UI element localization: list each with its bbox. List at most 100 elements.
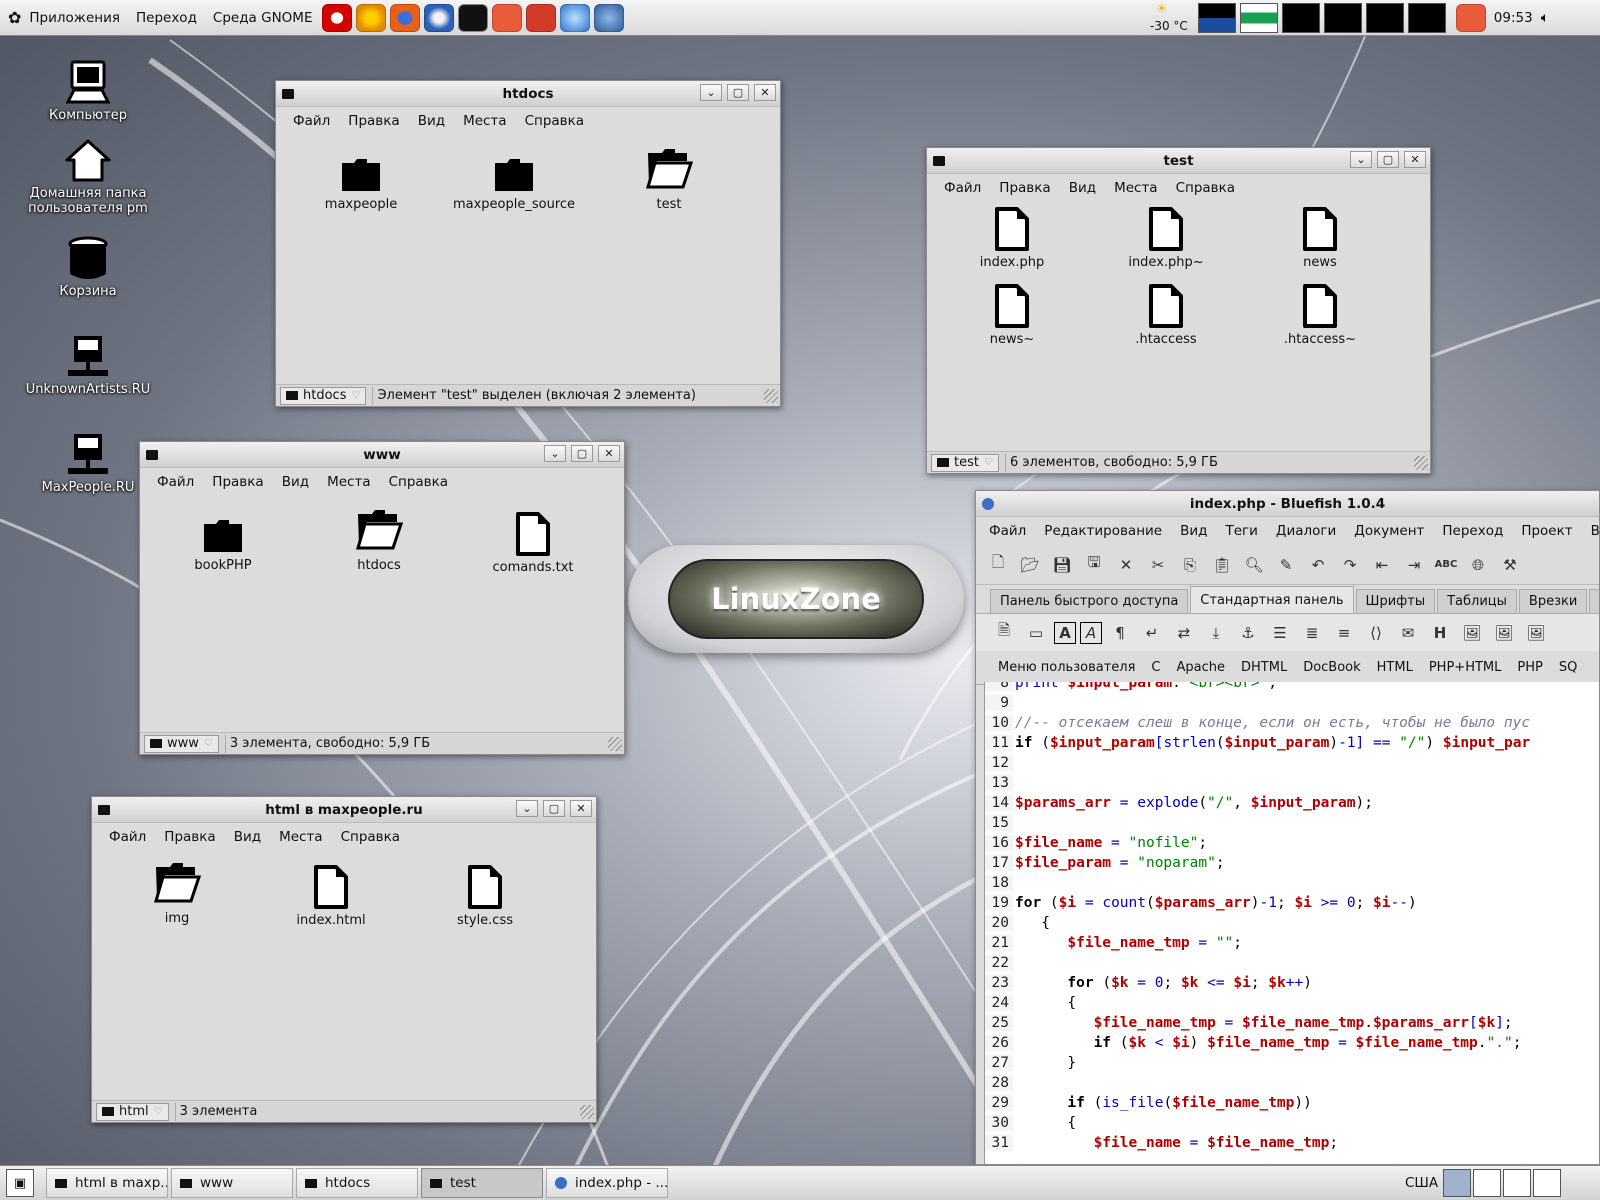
insert-icon[interactable]: ⤓ xyxy=(1202,619,1230,647)
replace-icon[interactable]: ✎ xyxy=(1272,551,1300,579)
menu-edit[interactable]: Редактирование xyxy=(1035,523,1171,539)
indent-icon[interactable]: ⇥ xyxy=(1400,551,1428,579)
user-menu-html[interactable]: HTML xyxy=(1369,660,1421,675)
workspace-2[interactable] xyxy=(1473,1169,1501,1197)
menu-help[interactable]: Справка xyxy=(332,829,409,845)
new-file-icon[interactable]: 🗋︎ xyxy=(984,551,1012,579)
audio-launcher-icon[interactable] xyxy=(492,3,523,32)
maximize-button[interactable]: ▢ xyxy=(543,800,565,817)
menu-places[interactable]: Места xyxy=(270,829,332,845)
file-item[interactable]: index.php xyxy=(937,207,1087,270)
icon-view[interactable]: maxpeople maxpeople_source test xyxy=(276,135,780,384)
location-button[interactable]: test ♡ xyxy=(931,453,999,472)
menu-edit[interactable]: Правка xyxy=(203,474,272,490)
cut-icon[interactable]: ✂ xyxy=(1144,551,1172,579)
firefox-launcher-icon[interactable] xyxy=(390,3,421,32)
close-button[interactable]: ✕ xyxy=(754,84,776,101)
flower-launcher-icon[interactable] xyxy=(356,3,387,32)
icon-view[interactable]: index.php index.php~ news news~ .htacces… xyxy=(927,202,1430,451)
open-file-icon[interactable]: 📂︎ xyxy=(1016,551,1044,579)
close-button[interactable]: ✕ xyxy=(570,800,592,817)
align-right-icon[interactable]: ≡ xyxy=(1330,619,1358,647)
save-as-icon[interactable]: 🖫︎ xyxy=(1080,551,1108,579)
multi-thumbnail-icon[interactable]: 🖼︎ xyxy=(1522,619,1550,647)
quickstart-icon[interactable]: 🗎︎ xyxy=(990,619,1018,647)
weather-icon[interactable]: ☀ xyxy=(1156,2,1168,17)
desktop-icon-home[interactable]: Домашняя папка пользователя pm xyxy=(18,138,158,216)
desktop-icon-computer[interactable]: Компьютер xyxy=(18,58,158,123)
load-monitor[interactable] xyxy=(1365,3,1404,33)
menu-project[interactable]: Проект xyxy=(1512,523,1581,539)
paste-icon[interactable]: 📋︎ xyxy=(1208,551,1236,579)
keyboard-layout[interactable]: США xyxy=(1405,1175,1438,1191)
browser-launcher-icon[interactable] xyxy=(560,3,591,32)
file-item[interactable]: style.css xyxy=(410,865,560,928)
user-menu-php[interactable]: PHP xyxy=(1509,660,1550,675)
calendar-launcher-icon[interactable] xyxy=(526,3,557,32)
maximize-button[interactable]: ▢ xyxy=(1377,151,1399,168)
image-icon[interactable]: 🖼︎ xyxy=(1458,619,1486,647)
clock[interactable]: 09:53 xyxy=(1494,10,1533,26)
unindent-icon[interactable]: ⇤ xyxy=(1368,551,1396,579)
gnome-foot-icon[interactable]: ✿ xyxy=(8,8,21,27)
file-item[interactable]: index.php~ xyxy=(1091,207,1241,270)
taskbar-button-test[interactable]: test xyxy=(421,1168,543,1198)
resize-grip[interactable] xyxy=(608,736,622,751)
location-button[interactable]: htdocs ♡ xyxy=(280,386,367,405)
menu-view[interactable]: Вид xyxy=(273,474,318,490)
location-button[interactable]: html ♡ xyxy=(96,1102,169,1121)
resize-grip[interactable] xyxy=(580,1104,594,1119)
file-item[interactable]: comands.txt xyxy=(458,512,608,575)
menu-view[interactable]: Вид xyxy=(409,113,454,129)
menu-document[interactable]: Документ xyxy=(1345,523,1433,539)
minimize-button[interactable]: ⌄ xyxy=(700,84,722,101)
menu-view[interactable]: Вид xyxy=(1171,523,1216,539)
anchor-icon[interactable]: ⚓︎ xyxy=(1234,619,1262,647)
menu-file[interactable]: Файл xyxy=(980,523,1035,539)
volume-icon[interactable]: 🔈︎ xyxy=(1541,10,1549,26)
user-menu-apache[interactable]: Apache xyxy=(1169,660,1234,675)
menu-help[interactable]: Справка xyxy=(516,113,593,129)
close-button[interactable]: ✕ xyxy=(598,445,620,462)
tab-frames[interactable]: Врезки xyxy=(1518,589,1588,613)
cpu-monitor[interactable] xyxy=(1197,3,1236,33)
user-menu-dhtml[interactable]: DHTML xyxy=(1233,660,1295,675)
icon-view[interactable]: bookPHP htdocs comands.txt xyxy=(140,496,624,732)
titlebar[interactable]: htdocs ⌄ ▢ ✕ xyxy=(276,81,780,107)
copy-icon[interactable]: ⎘ xyxy=(1176,551,1204,579)
desktop-icon-network-maxpeople[interactable]: MaxPeople.RU xyxy=(18,432,158,495)
user-menu-php-html[interactable]: PHP+HTML xyxy=(1421,660,1510,675)
menu-places[interactable]: Места xyxy=(1105,180,1167,196)
preview-browser-icon[interactable]: 🌐︎ xyxy=(1464,551,1492,579)
menu-file[interactable]: Файл xyxy=(100,829,155,845)
paragraph-icon[interactable]: ¶ xyxy=(1106,619,1134,647)
taskbar-button-bluefish[interactable]: index.php - ... xyxy=(546,1168,668,1198)
folder-item-selected[interactable]: test xyxy=(594,145,744,212)
taskbar-button-html[interactable]: html в maxp... xyxy=(46,1168,168,1198)
file-item[interactable]: news~ xyxy=(937,284,1087,347)
taskbar-button-www[interactable]: www xyxy=(171,1168,293,1198)
code-editor[interactable]: 8 9 10 11 12 13 14 15 16 17 18 19 20 21 22 23 24 25 26 27 28… xyxy=(984,682,1599,1164)
workspace-1[interactable] xyxy=(1443,1169,1471,1197)
workspace-switcher[interactable] xyxy=(1443,1169,1561,1197)
menu-help[interactable]: Справка xyxy=(380,474,457,490)
menu-edit[interactable]: Правка xyxy=(339,113,408,129)
menu-places[interactable]: Места xyxy=(454,113,516,129)
weather-temp[interactable]: -30 °C xyxy=(1150,19,1188,33)
opera-launcher-icon[interactable] xyxy=(322,3,353,32)
mail-launcher-icon[interactable] xyxy=(594,3,625,32)
tab-fonts[interactable]: Шрифты xyxy=(1355,589,1436,613)
nbsp-icon[interactable]: ⇄ xyxy=(1170,619,1198,647)
menu-dialogs[interactable]: Диалоги xyxy=(1267,523,1345,539)
applications-menu[interactable]: Приложения xyxy=(21,0,128,36)
email-icon[interactable]: ✉ xyxy=(1394,619,1422,647)
tab-quickbar[interactable]: Панель быстрого доступа xyxy=(990,589,1189,613)
file-item[interactable]: .htaccess xyxy=(1091,284,1241,347)
close-file-icon[interactable]: ✕ xyxy=(1112,551,1140,579)
folder-item[interactable]: maxpeople xyxy=(286,157,436,212)
menu-external[interactable]: Внешн xyxy=(1582,523,1599,539)
italic-icon[interactable]: A xyxy=(1080,621,1102,644)
icon-view[interactable]: img index.html style.css xyxy=(92,851,596,1100)
tab-forms[interactable]: Фор xyxy=(1589,589,1599,613)
rule-icon[interactable]: ☰ xyxy=(1266,619,1294,647)
